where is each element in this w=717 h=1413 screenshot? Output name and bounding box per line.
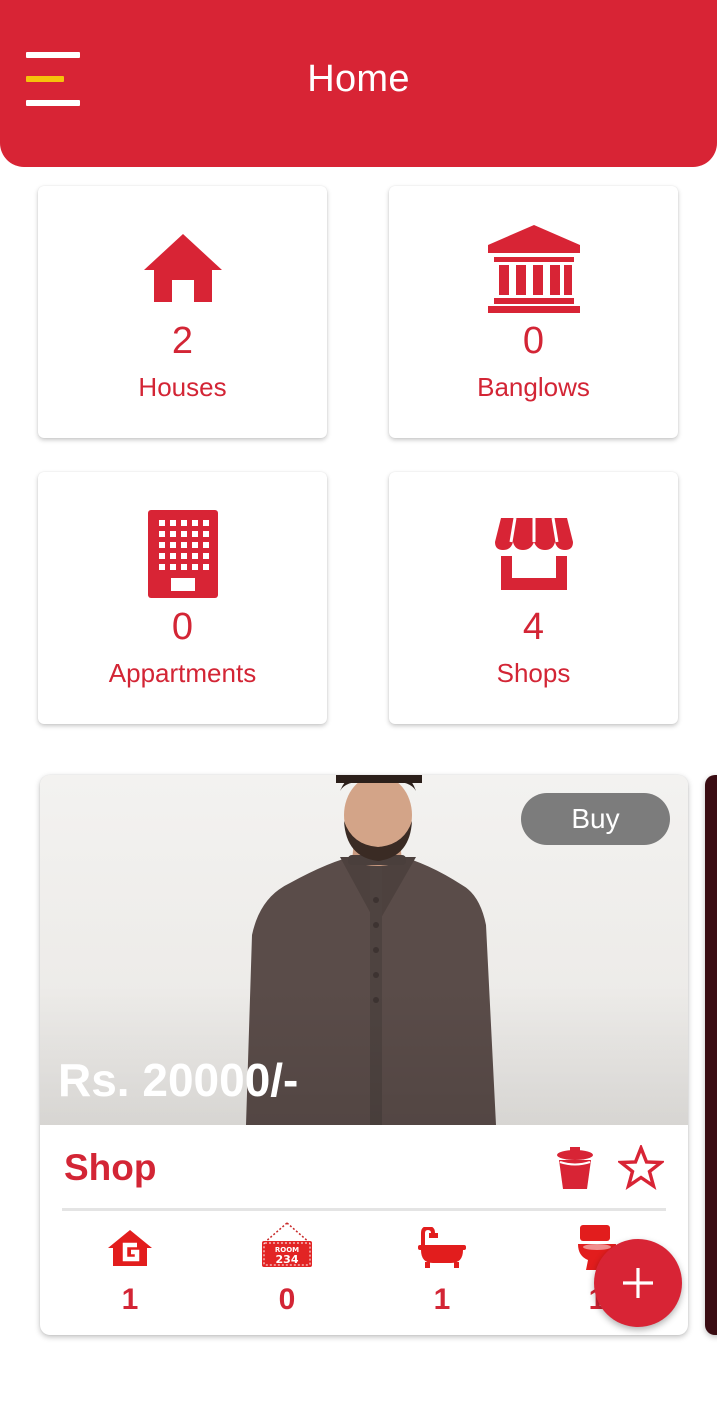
banglows-count: 0 <box>522 320 545 362</box>
feature-rooms: ROOM 234 0 <box>232 1221 342 1317</box>
property-type: Shop <box>64 1147 157 1188</box>
feature-bathrooms: 1 <box>387 1221 497 1317</box>
appartments-label: Appartments <box>108 658 257 688</box>
storefront-icon <box>389 508 678 600</box>
bathtub-icon <box>387 1221 497 1275</box>
houses-count: 2 <box>171 320 194 362</box>
stat-card-appartments[interactable]: 0 Appartments <box>38 472 327 724</box>
star-icon[interactable] <box>616 1143 666 1191</box>
stat-card-shops[interactable]: 4 Shops <box>389 472 678 724</box>
plus-icon <box>623 1268 653 1298</box>
ground-floor-icon <box>75 1221 185 1275</box>
card-divider <box>62 1208 666 1211</box>
bathrooms-value: 1 <box>433 1283 451 1316</box>
apartment-building-icon <box>38 508 327 600</box>
shops-count: 4 <box>522 606 545 648</box>
buy-button[interactable]: Buy <box>521 793 670 845</box>
app-bar: Home <box>0 0 717 167</box>
ground-floor-value: 1 <box>121 1283 139 1316</box>
appartments-count: 0 <box>171 606 194 648</box>
bank-building-icon <box>389 222 678 314</box>
property-photo: Buy Rs. 20000/- <box>40 775 688 1125</box>
room-sign-number: 234 <box>276 1253 299 1266</box>
property-card[interactable]: Buy Rs. 20000/- Shop 1 ROOM 234 0 1 <box>40 775 688 1335</box>
feature-ground-floor: 1 <box>75 1221 185 1317</box>
trash-icon[interactable] <box>556 1145 594 1191</box>
banglows-label: Banglows <box>477 372 590 402</box>
next-property-card-edge[interactable] <box>705 775 717 1335</box>
rooms-value: 0 <box>278 1283 296 1316</box>
page-title: Home <box>307 58 410 100</box>
stat-card-banglows[interactable]: 0 Banglows <box>389 186 678 438</box>
house-icon <box>38 222 327 314</box>
room-number-sign-icon: ROOM 234 <box>232 1221 342 1275</box>
price-label: Rs. 20000/- <box>58 1054 299 1106</box>
shops-label: Shops <box>496 658 571 688</box>
stat-card-houses[interactable]: 2 Houses <box>38 186 327 438</box>
houses-label: Houses <box>138 372 227 402</box>
add-property-button[interactable] <box>594 1239 682 1327</box>
